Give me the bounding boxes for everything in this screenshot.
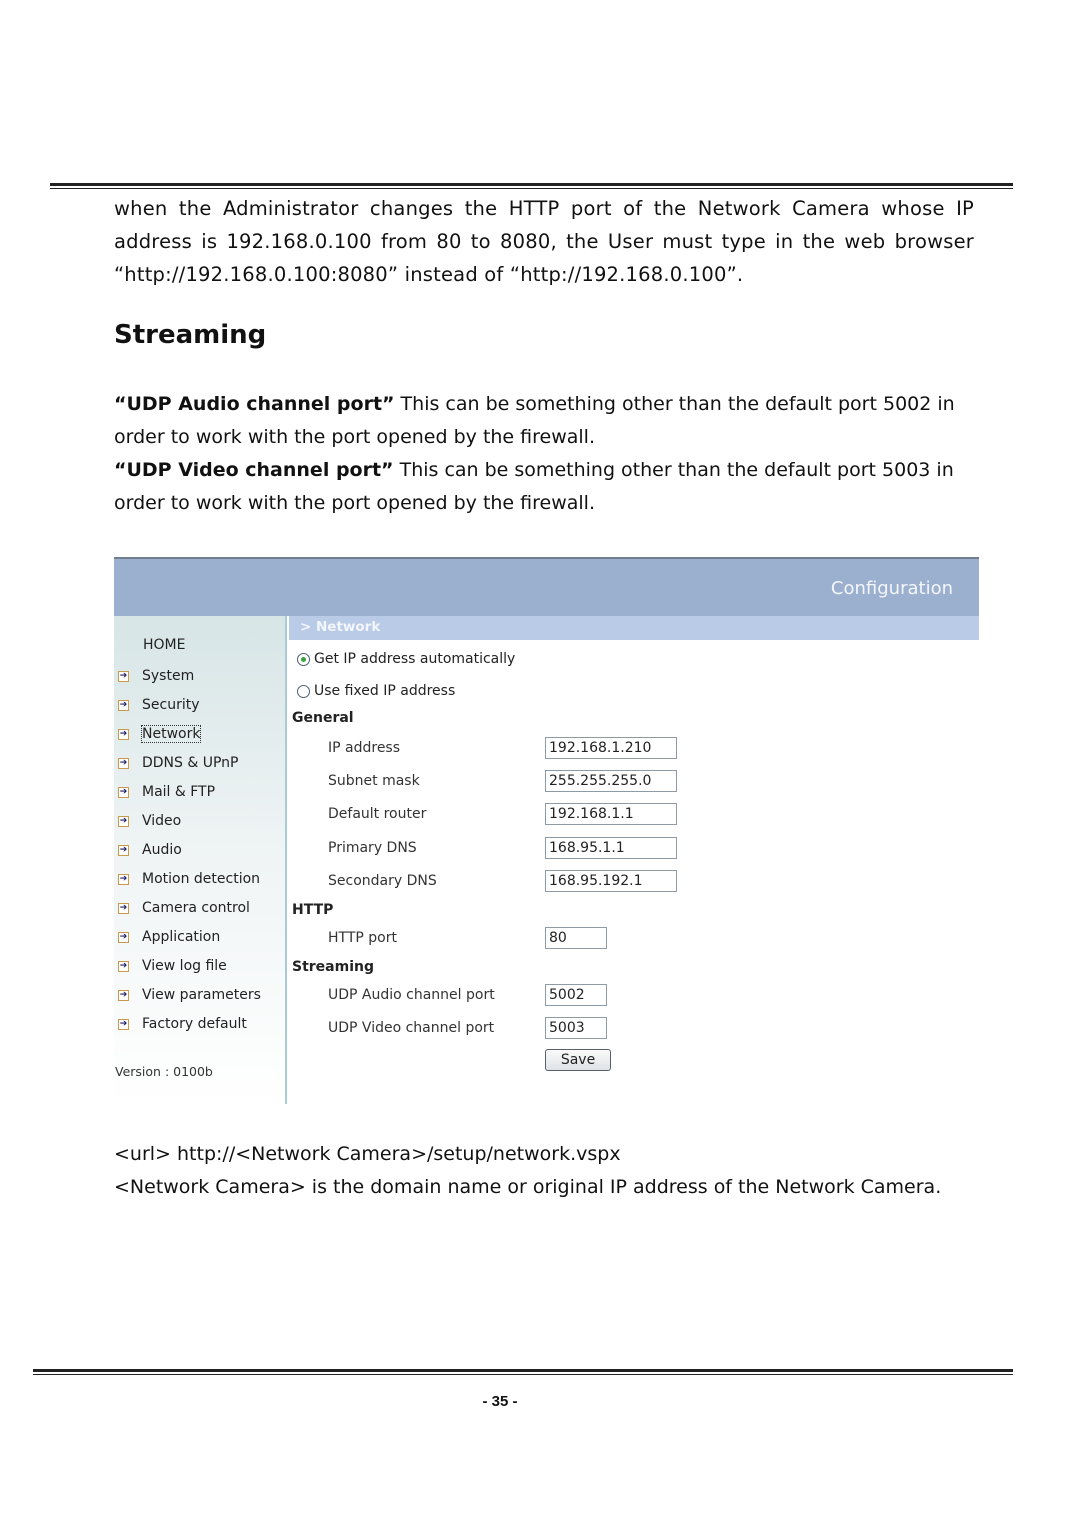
audio-port-term: “UDP Audio channel port” xyxy=(114,393,395,415)
sidebar-item-security[interactable]: ➔ Security xyxy=(118,695,200,715)
section-streaming: Streaming xyxy=(292,959,374,975)
sidebar-item-view-log-file[interactable]: ➔ View log file xyxy=(118,956,227,976)
sidebar-item-label: Video xyxy=(142,813,182,829)
sidebar-item-label: Mail & FTP xyxy=(142,784,216,800)
primary-dns-label: Primary DNS xyxy=(328,840,417,856)
section-http: HTTP xyxy=(292,902,334,918)
arrow-right-icon: ➔ xyxy=(118,902,129,914)
radio-auto-ip-label: Get IP address automatically xyxy=(314,651,516,667)
sidebar-item-system[interactable]: ➔ System xyxy=(118,666,194,686)
sidebar-item-network[interactable]: ➔ Network xyxy=(118,724,202,744)
http-port-label: HTTP port xyxy=(328,930,397,946)
udp-audio-port-input[interactable] xyxy=(545,984,607,1006)
page-number: - 35 - xyxy=(482,1393,518,1410)
sidebar-item-application[interactable]: ➔ Application xyxy=(118,927,220,947)
sidebar-item-factory-default[interactable]: ➔ Factory default xyxy=(118,1014,247,1034)
audio-port-description: “UDP Audio channel port” This can be som… xyxy=(114,388,974,454)
radio-checked-icon[interactable] xyxy=(297,652,310,666)
url-info: <url> http://<Network Camera>/setup/netw… xyxy=(114,1138,974,1204)
section-heading: Streaming xyxy=(114,320,267,350)
secondary-dns-label: Secondary DNS xyxy=(328,873,437,889)
arrow-right-icon: ➔ xyxy=(118,786,129,798)
arrow-right-icon: ➔ xyxy=(118,931,129,943)
sidebar-item-label: Application xyxy=(142,929,221,945)
sidebar-item-view-parameters[interactable]: ➔ View parameters xyxy=(118,985,261,1005)
sidebar-item-label: Network xyxy=(140,725,202,743)
version-label: Version : 0100b xyxy=(115,1064,213,1079)
subnet-mask-label: Subnet mask xyxy=(328,773,420,789)
arrow-right-icon: ➔ xyxy=(118,757,129,769)
url-line: <url> http://<Network Camera>/setup/netw… xyxy=(114,1143,621,1165)
radio-fixed-ip-label: Use fixed IP address xyxy=(314,683,456,699)
default-router-label: Default router xyxy=(328,806,427,822)
breadcrumb-text: > Network xyxy=(300,619,381,635)
sidebar-item-video[interactable]: ➔ Video xyxy=(118,811,181,831)
url-explanation: <Network Camera> is the domain name or o… xyxy=(114,1176,942,1198)
radio-unchecked-icon[interactable] xyxy=(297,684,310,698)
arrow-right-icon: ➔ xyxy=(118,960,129,972)
arrow-right-icon: ➔ xyxy=(118,1018,129,1030)
default-router-input[interactable] xyxy=(545,803,677,825)
sidebar-item-audio[interactable]: ➔ Audio xyxy=(118,840,182,860)
subnet-mask-input[interactable] xyxy=(545,770,677,792)
arrow-right-icon: ➔ xyxy=(118,728,129,740)
header-rule xyxy=(50,183,1013,189)
intro-line-2: address is 192.168.0.100 from 80 to 8080… xyxy=(114,230,974,253)
sidebar-item-label: DDNS & UPnP xyxy=(142,755,239,771)
udp-video-port-input[interactable] xyxy=(545,1017,607,1039)
config-content: > Network Get IP address automatically U… xyxy=(287,616,979,1104)
sidebar-item-label: Factory default xyxy=(142,1016,247,1032)
sidebar-item-camera-control[interactable]: ➔ Camera control xyxy=(118,898,250,918)
save-button[interactable]: Save xyxy=(545,1049,611,1071)
sidebar-item-ddns-upnp[interactable]: ➔ DDNS & UPnP xyxy=(118,753,239,773)
intro-paragraph: when the Administrator changes the HTTP … xyxy=(114,192,974,291)
radio-auto-ip[interactable]: Get IP address automatically xyxy=(297,651,515,667)
intro-line-1: when the Administrator changes the HTTP … xyxy=(114,197,974,220)
config-sidebar: HOME ➔ System ➔ Security ➔ Network ➔ DDNS & UPn… xyxy=(114,616,287,1104)
sidebar-item-mail-ftp[interactable]: ➔ Mail & FTP xyxy=(118,782,215,802)
intro-line-3: “http://192.168.0.100:8080” instead of “… xyxy=(114,263,744,286)
arrow-right-icon: ➔ xyxy=(118,670,129,682)
arrow-right-icon: ➔ xyxy=(118,844,129,856)
sidebar-item-label: View parameters xyxy=(142,987,261,1003)
arrow-right-icon: ➔ xyxy=(118,873,129,885)
video-port-term: “UDP Video channel port” xyxy=(114,459,394,481)
udp-video-port-label: UDP Video channel port xyxy=(328,1020,495,1036)
streaming-descriptions: “UDP Audio channel port” This can be som… xyxy=(114,388,974,520)
breadcrumb: > Network xyxy=(289,616,979,640)
arrow-right-icon: ➔ xyxy=(118,989,129,1001)
ip-address-label: IP address xyxy=(328,740,401,756)
primary-dns-input[interactable] xyxy=(545,837,677,859)
sidebar-item-label: System xyxy=(142,668,195,684)
sidebar-item-label: View log file xyxy=(142,958,227,974)
ip-address-input[interactable] xyxy=(545,737,677,759)
secondary-dns-input[interactable] xyxy=(545,870,677,892)
section-general: General xyxy=(292,710,354,726)
footer-rule xyxy=(33,1369,1013,1375)
arrow-right-icon: ➔ xyxy=(118,699,129,711)
radio-fixed-ip[interactable]: Use fixed IP address xyxy=(297,683,455,699)
sidebar-item-label: Camera control xyxy=(142,900,250,916)
config-title: Configuration xyxy=(830,578,953,599)
http-port-input[interactable] xyxy=(545,927,607,949)
sidebar-item-label: Audio xyxy=(142,842,182,858)
config-screenshot: Configuration HOME ➔ System ➔ Security ➔ Netw… xyxy=(114,557,979,1104)
udp-audio-port-label: UDP Audio channel port xyxy=(328,987,495,1003)
video-port-description: “UDP Video channel port” This can be som… xyxy=(114,454,974,520)
sidebar-item-label: Motion detection xyxy=(142,871,261,887)
arrow-right-icon: ➔ xyxy=(118,815,129,827)
config-header: Configuration xyxy=(114,557,979,616)
sidebar-item-home[interactable]: HOME xyxy=(143,637,185,653)
sidebar-item-label: Security xyxy=(142,697,200,713)
sidebar-item-motion-detection[interactable]: ➔ Motion detection xyxy=(118,869,260,889)
